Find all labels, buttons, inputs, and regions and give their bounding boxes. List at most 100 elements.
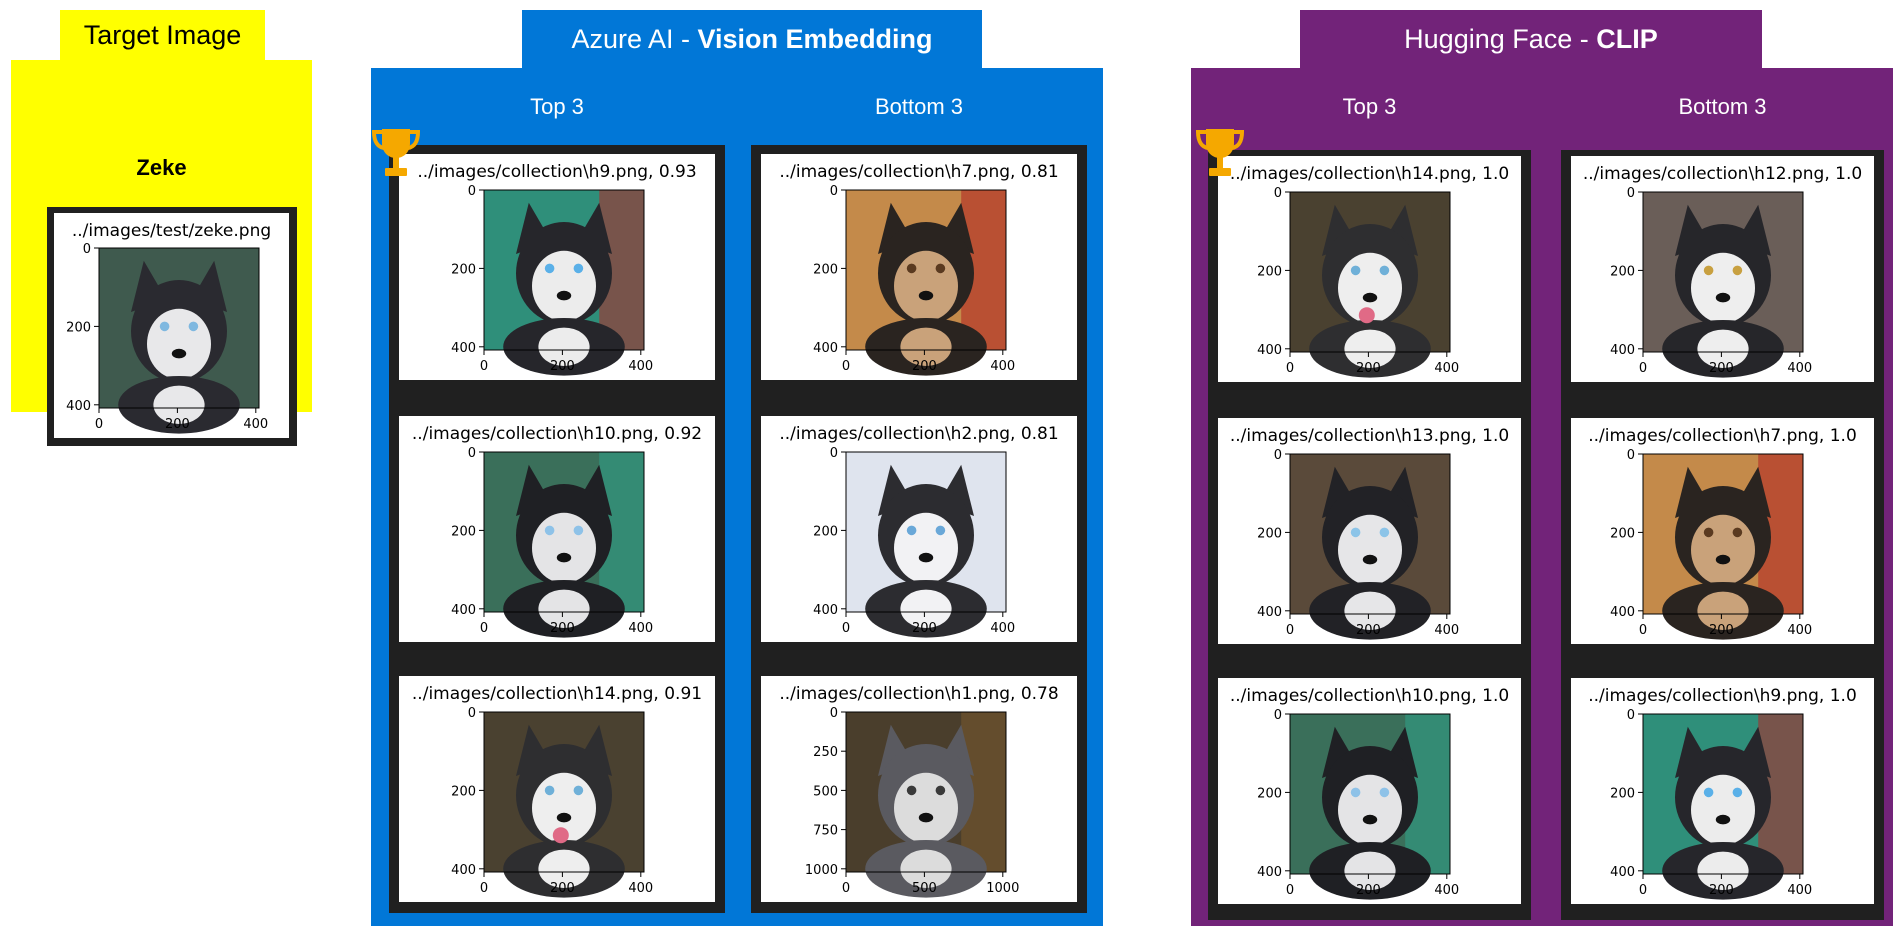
- x-tick-label: 200: [1709, 883, 1734, 898]
- huggingface-header-bold: CLIP: [1596, 23, 1658, 54]
- y-tick-label: 1000: [805, 863, 838, 878]
- azure-header-prefix: Azure AI -: [571, 23, 690, 54]
- x-tick-label: 0: [480, 621, 488, 636]
- x-tick-label: 0: [1639, 883, 1647, 898]
- y-tick-label: 0: [1627, 708, 1635, 723]
- x-tick-label: 200: [550, 621, 575, 636]
- x-tick-label: 400: [990, 621, 1015, 636]
- y-tick-label: 200: [1610, 526, 1635, 541]
- plot-title: ../images/collection\h10.png, 0.92: [412, 424, 702, 444]
- x-tick-label: 400: [1434, 361, 1459, 376]
- x-tick-label: 1000: [986, 881, 1019, 896]
- x-tick-label: 500: [912, 881, 937, 896]
- y-tick-label: 200: [451, 262, 476, 277]
- y-tick-label: 0: [468, 706, 476, 721]
- dog-photo: [1290, 454, 1450, 640]
- dog-photo: [1643, 454, 1803, 640]
- x-tick-label: 400: [628, 359, 653, 374]
- y-tick-label: 0: [1274, 708, 1282, 723]
- x-tick-label: 0: [1286, 623, 1294, 638]
- azure-bottom3-result-1: ../images/collection\h7.png, 0.81 0 200 400…: [761, 154, 1077, 380]
- y-tick-label: 0: [1274, 448, 1282, 463]
- x-tick-label: 200: [550, 359, 575, 374]
- dog-photo: [99, 248, 259, 434]
- azure-top3-result-2: ../images/collection\h10.png, 0.92 0 200 40…: [399, 416, 715, 642]
- x-tick-label: 200: [1709, 361, 1734, 376]
- y-tick-label: 0: [830, 706, 838, 721]
- azure-top3-label: Top 3: [530, 94, 584, 119]
- trophy-icon: [371, 125, 421, 181]
- y-tick-label: 400: [1610, 343, 1635, 358]
- y-tick-label: 200: [451, 784, 476, 799]
- y-tick-label: 200: [813, 262, 838, 277]
- plot-title: ../images/collection\h1.png, 0.78: [779, 684, 1058, 704]
- plot-title: ../images/test/zeke.png: [72, 221, 271, 241]
- huggingface-bottom3-result-2: ../images/collection\h7.png, 1.0 0 200 400 0…: [1571, 418, 1874, 644]
- y-tick-label: 250: [813, 745, 838, 760]
- y-tick-label: 0: [830, 446, 838, 461]
- plot-title: ../images/collection\h7.png, 0.81: [779, 162, 1058, 182]
- dog-photo: [1643, 714, 1803, 900]
- x-tick-label: 0: [480, 359, 488, 374]
- x-tick-label: 0: [1639, 361, 1647, 376]
- y-tick-label: 400: [1257, 865, 1282, 880]
- y-tick-label: 400: [813, 341, 838, 356]
- huggingface-top3-label: Top 3: [1342, 94, 1397, 119]
- x-tick-label: 400: [1434, 883, 1459, 898]
- dog-photo: [1290, 714, 1450, 900]
- dog-photo: [1643, 192, 1803, 378]
- huggingface-top3-result-2: ../images/collection\h13.png, 1.0 0 200 400…: [1218, 418, 1521, 644]
- y-tick-label: 400: [1610, 605, 1635, 620]
- plot-title: ../images/collection\h7.png, 1.0: [1588, 426, 1857, 446]
- plot-title: ../images/collection\h14.png, 0.91: [412, 684, 702, 704]
- huggingface-bottom3-label: Bottom 3: [1678, 94, 1767, 119]
- dog-photo: [484, 190, 644, 376]
- y-tick-label: 200: [1257, 786, 1282, 801]
- x-tick-label: 400: [628, 621, 653, 636]
- x-tick-label: 400: [1787, 361, 1812, 376]
- y-tick-label: 0: [830, 184, 838, 199]
- x-tick-label: 0: [95, 417, 103, 432]
- azure-top3-result-3: ../images/collection\h14.png, 0.91 0 200 40…: [399, 676, 715, 902]
- x-tick-label: 400: [1787, 883, 1812, 898]
- x-tick-label: 400: [1787, 623, 1812, 638]
- plot-title: ../images/collection\h9.png, 0.93: [417, 162, 696, 182]
- y-tick-label: 0: [468, 184, 476, 199]
- plot-title: ../images/collection\h12.png, 1.0: [1583, 164, 1862, 184]
- x-tick-label: 0: [1286, 883, 1294, 898]
- y-tick-label: 400: [451, 863, 476, 878]
- azure-header-bold: Vision Embedding: [697, 23, 933, 54]
- azure-bottom3-label: Bottom 3: [874, 94, 964, 119]
- x-tick-label: 200: [1356, 883, 1381, 898]
- y-tick-label: 0: [1627, 186, 1635, 201]
- x-tick-label: 200: [1709, 623, 1734, 638]
- x-tick-label: 0: [1639, 623, 1647, 638]
- dog-photo: [846, 452, 1006, 638]
- x-tick-label: 0: [480, 881, 488, 896]
- y-tick-label: 200: [1610, 786, 1635, 801]
- huggingface-top3-result-3: ../images/collection\h10.png, 1.0 0 200 400…: [1218, 678, 1521, 904]
- x-tick-label: 400: [1434, 623, 1459, 638]
- x-tick-label: 200: [912, 621, 937, 636]
- y-tick-label: 0: [1627, 448, 1635, 463]
- azure-results-block: Top 3 Bottom 3 ../images/collection\h9.png…: [371, 68, 1103, 926]
- y-tick-label: 200: [1257, 526, 1282, 541]
- huggingface-header-prefix: Hugging Face -: [1404, 23, 1589, 54]
- huggingface-top3-result-1: ../images/collection\h14.png, 1.0 0 200 400…: [1218, 156, 1521, 382]
- target-image-block: Zeke ../images/test/zeke.png 0 200 400 0 200 4…: [11, 60, 312, 446]
- x-tick-label: 400: [628, 881, 653, 896]
- y-tick-label: 400: [1610, 865, 1635, 880]
- target-image-title: Target Image: [83, 19, 242, 50]
- x-tick-label: 200: [1356, 361, 1381, 376]
- azure-bottom3-result-3: ../images/collection\h1.png, 0.78 0 500 100…: [761, 676, 1077, 902]
- x-tick-label: 200: [165, 417, 190, 432]
- dog-photo: [484, 452, 644, 638]
- huggingface-bottom3-result-1: ../images/collection\h12.png, 1.0 0 200 400…: [1571, 156, 1874, 382]
- y-tick-label: 400: [451, 341, 476, 356]
- y-tick-label: 400: [813, 603, 838, 618]
- y-tick-label: 200: [813, 524, 838, 539]
- plot-title: ../images/collection\h9.png, 1.0: [1588, 686, 1857, 706]
- dog-photo: [846, 712, 1006, 898]
- x-tick-label: 200: [912, 359, 937, 374]
- y-tick-label: 400: [1257, 605, 1282, 620]
